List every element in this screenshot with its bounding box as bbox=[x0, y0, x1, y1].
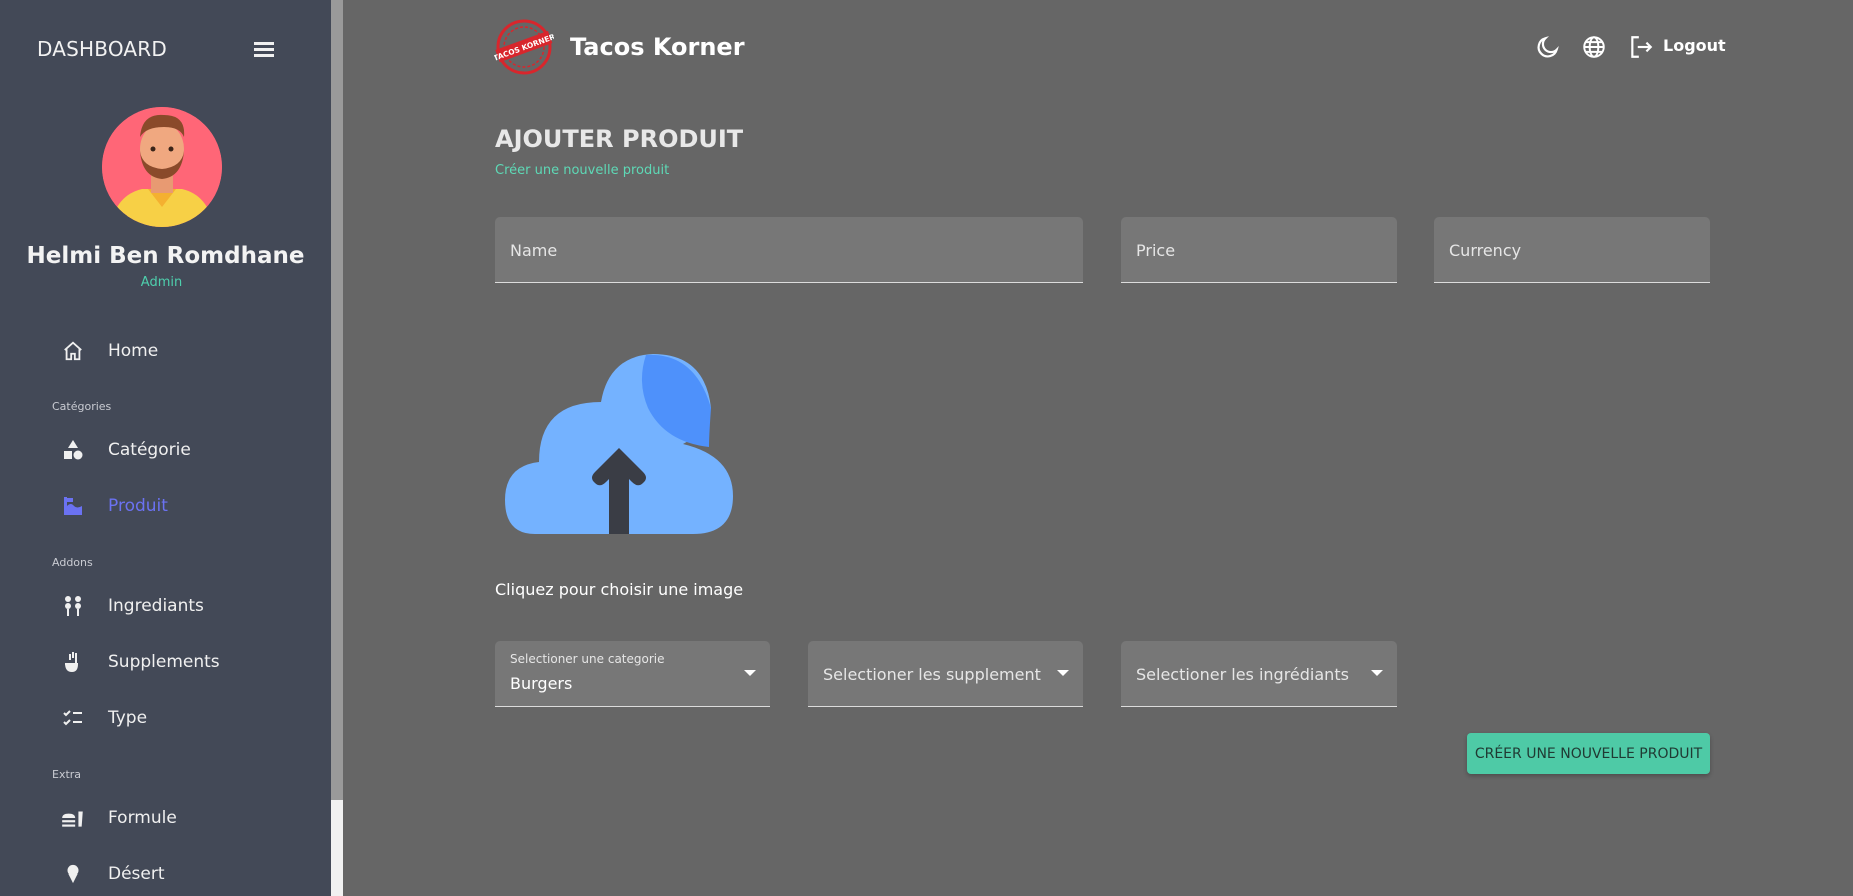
logo-stamp: TACOS KORNER bbox=[492, 19, 556, 75]
globe-icon bbox=[1583, 36, 1605, 58]
checklist-icon bbox=[60, 705, 86, 731]
section-label-addons: Addons bbox=[52, 556, 93, 569]
menu-toggle-button[interactable] bbox=[250, 38, 278, 60]
category-select-value: Burgers bbox=[510, 674, 573, 693]
sidebar-item-formule[interactable]: Formule bbox=[0, 796, 331, 840]
tacos-korner-logo[interactable]: TACOS KORNER bbox=[492, 18, 556, 76]
dropdown-arrow-icon bbox=[1057, 670, 1069, 676]
sidebar-item-type[interactable]: Type bbox=[0, 696, 331, 740]
sidebar-item-categorie[interactable]: Catégorie bbox=[0, 428, 331, 472]
supplements-select-placeholder: Selectioner les supplement bbox=[823, 665, 1041, 684]
hamburger-icon bbox=[254, 42, 274, 45]
sidebar-title: DASHBOARD bbox=[37, 37, 168, 61]
profile-role: Admin bbox=[140, 275, 183, 290]
sidebar-item-label: Home bbox=[108, 341, 159, 361]
page-title: AJOUTER PRODUIT bbox=[495, 125, 744, 153]
avatar-illustration bbox=[102, 107, 222, 227]
price-placeholder: Price bbox=[1136, 241, 1176, 260]
price-field[interactable]: Price bbox=[1121, 217, 1397, 283]
sidebar-item-label: Type bbox=[108, 708, 148, 728]
logout-button[interactable] bbox=[1628, 34, 1654, 60]
section-label-extra: Extra bbox=[52, 768, 82, 781]
sidebar-item-home[interactable]: Home bbox=[0, 329, 331, 373]
ingredients-select-placeholder: Selectioner les ingrédiants bbox=[1136, 665, 1349, 684]
image-upload-area[interactable] bbox=[505, 352, 733, 538]
sidebar-item-label: Produit bbox=[108, 496, 168, 516]
logout-icon bbox=[1631, 36, 1653, 58]
sidebar-item-label: Supplements bbox=[108, 652, 220, 672]
icecream-icon bbox=[60, 861, 86, 887]
language-button[interactable] bbox=[1581, 34, 1607, 60]
hamburger-line bbox=[254, 54, 274, 57]
create-product-button[interactable]: CRÉER UNE NOUVELLE PRODUIT bbox=[1467, 733, 1710, 774]
sidebar-scrollbar[interactable] bbox=[331, 0, 343, 896]
logout-label[interactable]: Logout bbox=[1663, 36, 1726, 55]
category-select[interactable]: Selectioner une categorie Burgers bbox=[495, 641, 770, 707]
ingredients-icon bbox=[60, 593, 86, 619]
sidebar-scrollbar-thumb[interactable] bbox=[331, 800, 343, 896]
name-field[interactable]: Name bbox=[495, 217, 1083, 283]
sidebar: DASHBOARD Helmi Ben Romdhane Admin Home … bbox=[0, 0, 331, 896]
category-select-label: Selectioner une categorie bbox=[510, 652, 665, 666]
cloud-upload-icon bbox=[505, 354, 733, 534]
sidebar-item-label: Catégorie bbox=[108, 440, 191, 460]
sidebar-item-ingrediants[interactable]: Ingrediants bbox=[0, 584, 331, 628]
ingredients-select[interactable]: Selectioner les ingrédiants bbox=[1121, 641, 1397, 707]
shapes-icon bbox=[60, 437, 86, 463]
avatar bbox=[102, 107, 222, 227]
upload-label[interactable]: Cliquez pour choisir une image bbox=[495, 580, 743, 599]
page-subtitle: Créer une nouvelle produit bbox=[495, 163, 670, 178]
sidebar-item-desert[interactable]: Désert bbox=[0, 852, 331, 896]
moon-icon bbox=[1537, 36, 1559, 58]
sidebar-item-produit[interactable]: Produit bbox=[0, 484, 331, 528]
supplements-icon bbox=[60, 649, 86, 675]
dark-mode-toggle[interactable] bbox=[1535, 34, 1561, 60]
supplements-select[interactable]: Selectioner les supplement bbox=[808, 641, 1083, 707]
dropdown-arrow-icon bbox=[1371, 670, 1383, 676]
currency-field[interactable]: Currency bbox=[1434, 217, 1710, 283]
sidebar-item-label: Désert bbox=[108, 864, 165, 884]
sidebar-item-label: Ingrediants bbox=[108, 596, 204, 616]
sidebar-item-label: Formule bbox=[108, 808, 177, 828]
product-icon bbox=[60, 493, 86, 519]
hamburger-line bbox=[254, 48, 274, 51]
home-icon bbox=[60, 338, 86, 364]
brand-name: Tacos Korner bbox=[570, 33, 745, 61]
sidebar-item-supplements[interactable]: Supplements bbox=[0, 640, 331, 684]
section-label-categories: Catégories bbox=[52, 400, 112, 413]
dropdown-arrow-icon bbox=[744, 670, 756, 676]
fastfood-icon bbox=[60, 805, 86, 831]
name-placeholder: Name bbox=[510, 241, 558, 260]
currency-placeholder: Currency bbox=[1449, 241, 1522, 260]
profile-name: Helmi Ben Romdhane bbox=[26, 243, 305, 269]
